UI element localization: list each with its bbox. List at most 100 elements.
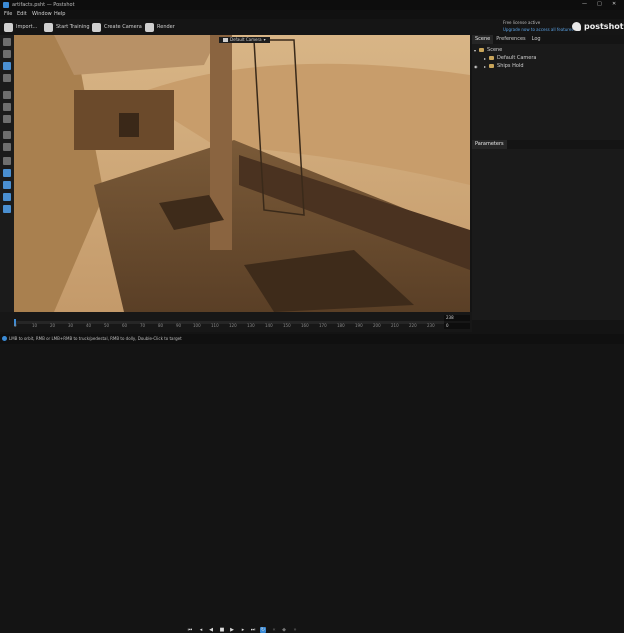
3d-viewport[interactable]: Default Camera ▾ xyxy=(14,35,470,312)
tab-log[interactable]: Log xyxy=(529,35,544,44)
import-icon xyxy=(4,23,13,32)
create-camera-button[interactable]: Create Camera xyxy=(92,23,142,32)
home-icon[interactable] xyxy=(3,38,11,46)
timeline-tick: 140 xyxy=(265,323,273,328)
skip-end-icon[interactable]: ⏭ xyxy=(250,627,256,633)
timeline-tick: 170 xyxy=(319,323,327,328)
timeline-tick: 60 xyxy=(122,323,128,328)
keyframe-add-icon[interactable]: ◆ xyxy=(281,627,287,633)
brand-logo: postshot xyxy=(584,22,624,31)
timeline-tick: 200 xyxy=(373,323,381,328)
rotate-icon[interactable] xyxy=(3,103,11,111)
visibility-eye-icon[interactable]: ◉ xyxy=(474,64,478,69)
camera-folder-icon xyxy=(489,56,495,60)
end-frame-input[interactable]: 0 xyxy=(444,323,470,329)
import-button[interactable]: Import... xyxy=(4,23,37,32)
grid-icon[interactable] xyxy=(3,181,11,189)
step-back-icon[interactable]: ◂ xyxy=(198,627,204,633)
timeline-tick: 130 xyxy=(247,323,255,328)
tree-item-ships-hold[interactable]: ◉ ▸ Ships Hold xyxy=(474,62,622,70)
measure-icon[interactable] xyxy=(3,205,11,213)
tab-parameters[interactable]: Parameters xyxy=(472,140,507,149)
camera-selector-label: Default Camera xyxy=(230,37,262,42)
create-camera-label: Create Camera xyxy=(104,24,142,30)
timeline-tick: 50 xyxy=(104,323,110,328)
timeline-tick: 20 xyxy=(50,323,56,328)
tab-preferences[interactable]: Preferences xyxy=(493,35,528,44)
tree-item-scene[interactable]: ▾ Scene xyxy=(474,46,622,54)
timeline-tick: 100 xyxy=(193,323,201,328)
panel-tabs: Scene Preferences Log xyxy=(472,35,624,44)
loop-icon[interactable]: ↻ xyxy=(260,627,266,633)
timeline-tick: 40 xyxy=(86,323,92,328)
postshot-logo-icon xyxy=(572,22,581,31)
orbit-icon[interactable] xyxy=(3,50,11,58)
timeline-tick: 180 xyxy=(337,323,345,328)
left-toolbar xyxy=(0,35,14,312)
play-reverse-icon[interactable]: ◀ xyxy=(208,627,214,633)
splat-folder-icon xyxy=(489,64,495,68)
start-training-button[interactable]: Start Training xyxy=(44,23,90,32)
timeline-tick: 120 xyxy=(229,323,237,328)
maximize-button[interactable]: □ xyxy=(597,2,602,7)
title-bar: artifacts.psht — Postshot — □ ✕ xyxy=(0,0,624,10)
timeline-tick: 160 xyxy=(301,323,309,328)
tree-item-default-camera[interactable]: ▸ Default Camera xyxy=(474,54,622,62)
step-forward-icon[interactable]: ▸ xyxy=(240,627,246,633)
tab-scene[interactable]: Scene xyxy=(472,35,494,44)
timeline-tick: 80 xyxy=(158,323,164,328)
chevron-down-icon: ▾ xyxy=(263,37,266,42)
timeline-tick: 220 xyxy=(409,323,417,328)
parameters-header: Parameters xyxy=(472,140,624,149)
timeline-tick: 0 xyxy=(14,323,17,328)
menu-file[interactable]: File xyxy=(4,12,12,17)
menu-window[interactable]: Window xyxy=(32,12,52,17)
timeline-tick: 190 xyxy=(355,323,363,328)
scene-render xyxy=(14,35,470,312)
cabin-door xyxy=(119,113,139,137)
scale-icon[interactable] xyxy=(3,115,11,123)
lasso-icon[interactable] xyxy=(3,74,11,82)
keyframe-prev-icon[interactable]: « xyxy=(271,627,277,633)
timeline-tick: 10 xyxy=(32,323,38,328)
camera-selector[interactable]: Default Camera ▾ xyxy=(219,37,270,43)
close-button[interactable]: ✕ xyxy=(612,2,616,7)
select-icon[interactable] xyxy=(3,62,11,70)
minimize-button[interactable]: — xyxy=(582,2,587,7)
chevron-down-icon: ▾ xyxy=(474,47,477,53)
frame-input[interactable]: 238 xyxy=(444,315,470,321)
tree-label: Ships Hold xyxy=(497,62,524,69)
move-icon[interactable] xyxy=(3,91,11,99)
camera-icon xyxy=(92,23,101,32)
brush-icon[interactable] xyxy=(3,131,11,139)
timeline: ⏮ ◂ ◀ ■ ▶ ▸ ⏭ ↻ « ◆ » 238 0 xyxy=(0,312,472,633)
menu-edit[interactable]: Edit xyxy=(17,12,27,17)
skip-start-icon[interactable]: ⏮ xyxy=(187,627,193,633)
render-label: Render xyxy=(157,24,175,30)
scene-tree: ▾ Scene ▸ Default Camera ◉ ▸ Ships Hold xyxy=(474,46,622,70)
stop-icon[interactable]: ■ xyxy=(219,627,225,633)
window-title: artifacts.psht — Postshot xyxy=(12,2,75,8)
render-icon xyxy=(145,23,154,32)
eye-icon[interactable] xyxy=(3,157,11,165)
folder-icon xyxy=(479,48,485,52)
import-label: Import... xyxy=(16,24,38,30)
app-icon xyxy=(3,2,9,8)
chevron-right-icon: ▸ xyxy=(484,55,487,61)
upgrade-link[interactable]: Upgrade now to access all features xyxy=(503,28,573,32)
tree-label: Scene xyxy=(487,46,503,53)
render-button[interactable]: Render xyxy=(145,23,175,32)
status-bar: LMB to orbit, RMB or LMB+RMB to truck/pe… xyxy=(0,334,624,344)
end-frame-value: 0 xyxy=(446,323,449,328)
crop-icon[interactable] xyxy=(3,143,11,151)
play-icon[interactable]: ▶ xyxy=(229,627,235,633)
camera-small-icon xyxy=(223,38,228,42)
person-icon[interactable] xyxy=(3,169,11,177)
pen-icon[interactable] xyxy=(3,193,11,201)
menu-help[interactable]: Help xyxy=(54,12,65,17)
timeline-tick: 230 xyxy=(427,323,435,328)
frame-value: 238 xyxy=(446,315,454,320)
training-icon xyxy=(44,23,53,32)
keyframe-next-icon[interactable]: » xyxy=(292,627,298,633)
info-icon xyxy=(2,336,7,341)
